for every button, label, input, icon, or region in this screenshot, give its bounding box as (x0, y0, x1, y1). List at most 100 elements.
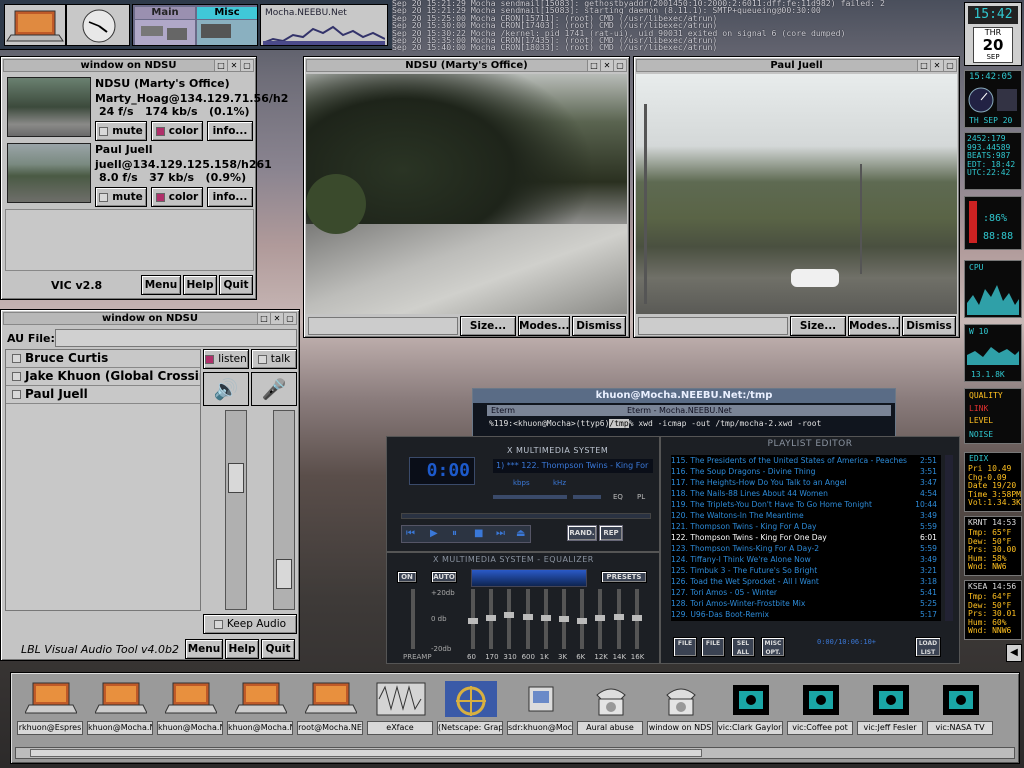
video-titlebar[interactable]: Paul Juell □ ✕ ▢ (636, 59, 957, 72)
size-button[interactable]: Size... (460, 316, 516, 336)
microphone-icon[interactable]: 🎤 (251, 372, 297, 406)
repeat-button[interactable]: REP (599, 525, 623, 541)
au-file-input[interactable] (55, 329, 297, 347)
color-button[interactable]: color (151, 121, 203, 141)
list-item[interactable]: Paul Juell (6, 386, 200, 404)
pl-toggle[interactable]: PL (637, 493, 645, 501)
telephone-icon[interactable] (585, 681, 637, 717)
laptop-icon[interactable] (4, 4, 66, 46)
eq-on-button[interactable]: ON (397, 571, 417, 583)
dock-item[interactable]: sdr:khuon@Moc (507, 677, 573, 741)
eq-band-slider[interactable] (504, 589, 515, 649)
camera-icon[interactable] (725, 681, 777, 717)
pager[interactable]: Main Misc (132, 4, 258, 46)
video-window[interactable]: NDSU (Marty's Office) □ ✕ ▢ Size... Modes.… (303, 56, 630, 338)
maximize-button[interactable]: ▢ (943, 60, 956, 71)
clock-applet[interactable]: 15:42 THR 20 SEP (964, 2, 1022, 66)
camera-icon[interactable] (865, 681, 917, 717)
pager-tab-main[interactable]: Main (135, 7, 195, 19)
next-icon[interactable]: ⏭ (496, 528, 505, 539)
info-button[interactable]: info... (207, 187, 253, 207)
menu-button[interactable]: Menu (185, 639, 223, 659)
speaker-icon[interactable]: 🔊 (203, 372, 249, 406)
eterm-prompt-line[interactable]: %119:<khuon@Mocha>(ttyp6)/tmp% xwd -icma… (489, 419, 821, 428)
help-button[interactable]: Help (225, 639, 259, 659)
dock-item[interactable]: khuon@Mocha.N (157, 677, 223, 741)
presets-button[interactable]: PRESETS (601, 571, 647, 583)
pause-icon[interactable]: ⏸ (452, 528, 457, 539)
eterm-window[interactable]: khuon@Mocha.NEEBU.Net:/tmp Eterm Eterm -… (472, 388, 896, 440)
vic-window[interactable]: window on NDSU □ ✕ ▢ NDSU (Marty's Office)… (0, 56, 288, 300)
playlist-item[interactable]: 125. Timbuk 3 - The Future's So Bright 3:… (671, 565, 941, 576)
dock-item[interactable]: window on NDS (647, 677, 713, 741)
participant-list[interactable]: Bruce Curtis Jake Khuon (Global Crossing… (5, 349, 201, 611)
pager-desk-main[interactable] (135, 20, 195, 45)
dock-item[interactable]: (Netscape: Graph (437, 677, 503, 741)
track-ticker[interactable]: 1) *** 122. Thompson Twins - King For (493, 459, 653, 473)
pager-tab-misc[interactable]: Misc (197, 7, 257, 19)
vat-titlebar[interactable]: window on NDSU □ ✕ ▢ (3, 312, 297, 325)
mute-button[interactable]: mute (95, 121, 147, 141)
play-icon[interactable]: ▶ (430, 528, 438, 539)
playlist-item[interactable]: 128. Tori Amos-Winter-Frostbite Mix 5:25 (671, 598, 941, 609)
stream-thumb-2[interactable] (7, 143, 91, 203)
speaker-volume-slider[interactable] (225, 410, 247, 610)
eq-auto-button[interactable]: AUTO (431, 571, 457, 583)
playlist-button[interactable]: FILE (673, 637, 697, 657)
video-window[interactable]: Paul Juell □ ✕ ▢ Size... Modes... Dismiss (633, 56, 960, 338)
eq-band-slider[interactable] (595, 589, 606, 649)
dismiss-button[interactable]: Dismiss (572, 316, 626, 336)
pager-desk-misc[interactable] (197, 20, 257, 45)
iconify-button[interactable]: □ (257, 313, 270, 324)
playlist-item[interactable]: 119. The Triplets-You Don't Have To Go H… (671, 499, 941, 510)
color-button[interactable]: color (151, 187, 203, 207)
eq-band-slider[interactable] (540, 589, 551, 649)
vat-window[interactable]: window on NDSU □ ✕ ▢ AU File: Bruce Curtis… (0, 309, 300, 661)
laptop-icon[interactable] (164, 681, 218, 717)
waveform-icon[interactable] (375, 681, 427, 717)
ship-wheel-icon[interactable] (445, 681, 497, 717)
playlist-item[interactable]: 118. The Nails-88 Lines About 44 Women 4:… (671, 488, 941, 499)
balance-slider[interactable] (573, 495, 601, 499)
close-button[interactable]: ✕ (930, 60, 943, 71)
playlist-button[interactable]: SEL ALL (731, 637, 755, 657)
talk-button[interactable]: talk (251, 349, 297, 369)
shuffle-button[interactable]: RAND. (567, 525, 597, 541)
mute-button[interactable]: mute (95, 187, 147, 207)
close-button[interactable]: ✕ (600, 60, 613, 71)
list-item[interactable]: Bruce Curtis (6, 350, 200, 368)
iconify-button[interactable]: □ (587, 60, 600, 71)
listen-button[interactable]: listen (203, 349, 249, 369)
playlist-items[interactable]: 115. The Presidents of the United States… (671, 455, 941, 621)
playlist-editor[interactable]: PLAYLIST EDITOR 115. The Presidents of t… (660, 436, 960, 664)
dock-item[interactable]: root@Mocha.NE (297, 677, 363, 741)
session-directory-icon[interactable] (515, 681, 567, 717)
video-titlebar[interactable]: NDSU (Marty's Office) □ ✕ ▢ (306, 59, 627, 72)
info-button[interactable]: info... (207, 121, 253, 141)
time-display[interactable]: 0:00 (409, 457, 475, 485)
modes-button[interactable]: Modes... (518, 316, 570, 336)
playlist-item[interactable]: 115. The Presidents of the United States… (671, 455, 941, 466)
playlist-item[interactable]: 126. Toad the Wet Sprocket - All I Want 3… (671, 576, 941, 587)
eterm-menubar[interactable]: Eterm Eterm - Mocha.NEEBU.Net (487, 405, 891, 416)
dock-arrow-icon[interactable]: ◀ (1006, 644, 1022, 662)
camera-icon[interactable] (795, 681, 847, 717)
eq-band-slider[interactable] (577, 589, 588, 649)
mic-gain-slider[interactable] (273, 410, 295, 610)
laptop-icon[interactable] (304, 681, 358, 717)
eq-band-slider[interactable] (631, 589, 642, 649)
eq-band-slider[interactable] (468, 589, 478, 649)
maximize-button[interactable]: ▢ (613, 60, 626, 71)
dock-item[interactable]: vic:Coffee pot (787, 677, 853, 741)
maximize-button[interactable]: ▢ (283, 313, 296, 324)
close-button[interactable]: ✕ (270, 313, 283, 324)
laptop-icon[interactable] (94, 681, 148, 717)
dock-scrollbar[interactable] (15, 747, 1015, 759)
quit-button[interactable]: Quit (261, 639, 295, 659)
xmms-title[interactable]: X MULTIMEDIA SYSTEM (507, 446, 608, 455)
time-applet[interactable]: 15:42:05 TH SEP 20 (964, 70, 1022, 128)
quit-button[interactable]: Quit (219, 275, 253, 295)
playlist-item[interactable]: 120. The Waltons-In The Meantime 3:49 (671, 510, 941, 521)
playlist-item[interactable]: 122. Thompson Twins - King For One Day 6:… (671, 532, 941, 543)
playlist-button[interactable]: MISC OPT. (761, 637, 785, 657)
